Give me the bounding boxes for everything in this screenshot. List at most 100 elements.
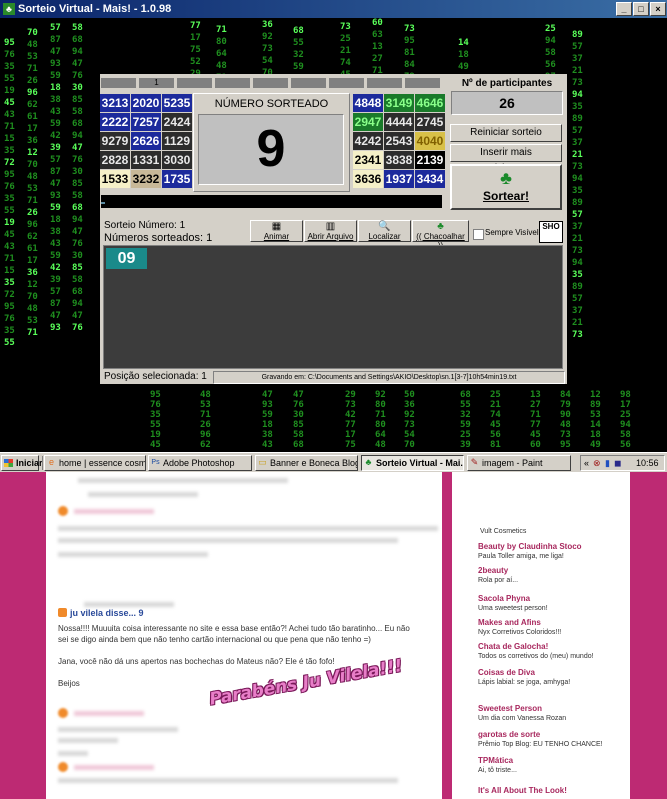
sidebar-blog-title[interactable]: 2beauty — [478, 566, 638, 576]
participant-number-cell[interactable]: 2341 — [353, 151, 383, 169]
draw-button[interactable]: ♣ Sortear! — [450, 164, 562, 210]
participant-number-cell[interactable]: 3838 — [384, 151, 414, 169]
sempre-visivel-checkbox[interactable] — [473, 229, 484, 240]
task-photoshop[interactable]: Ps Adobe Photoshop — [148, 455, 252, 471]
sidebar-post-title[interactable]: Prêmio Top Blog: EU TENHO CHANCE! — [478, 740, 638, 749]
sidebar-blog-link[interactable]: TPMática Ai, tô triste... — [478, 756, 638, 775]
tray-network-icon[interactable]: ⊗ — [593, 456, 601, 470]
participant-number-cell[interactable]: 3213 — [100, 94, 130, 112]
participant-number-cell[interactable]: 5235 — [162, 94, 192, 112]
participant-number-cell[interactable]: 2745 — [415, 113, 445, 131]
chacoalhar-button[interactable]: ♣ (( Chacoalhar )) — [412, 220, 469, 250]
participant-number-cell[interactable]: 4242 — [353, 132, 383, 150]
participant-number-cell[interactable]: 2222 — [100, 113, 130, 131]
participant-number-cell[interactable]: 9279 — [100, 132, 130, 150]
task-folder[interactable]: ▭ Banner e Boneca Blog — [255, 455, 358, 471]
participant-number-cell[interactable]: 1129 — [162, 132, 192, 150]
animar-button[interactable]: ▦ Animar — [250, 220, 303, 242]
matrix-digit: 47 — [72, 227, 83, 237]
sidebar-post-title[interactable]: Uma sweetest person! — [478, 604, 638, 613]
sidebar-blog-title[interactable]: Sweetest Person — [478, 704, 638, 714]
participant-number-cell[interactable]: 3149 — [384, 94, 414, 112]
sidebar-post-title[interactable]: Rola por aí... — [478, 576, 638, 585]
matrix-digit: 43 — [4, 242, 15, 252]
close-button[interactable]: × — [650, 2, 666, 16]
sidebar-post-title[interactable]: Ai, tô triste... — [478, 766, 638, 775]
abrir-arquivo-label: Abrir Arquivo — [307, 232, 354, 241]
localizar-button[interactable]: 🔍 Localizar — [358, 220, 411, 242]
matrix-digit: 36 — [27, 268, 38, 278]
tray-arrow-icon[interactable]: « — [584, 456, 589, 470]
tray-shield-icon[interactable]: ▮ — [605, 456, 610, 470]
participant-number-cell[interactable]: 4040 — [415, 132, 445, 150]
minimize-button[interactable]: _ — [616, 2, 632, 16]
sidebar-blog-link[interactable]: 2beauty Rola por aí... — [478, 566, 638, 585]
sidebar-post-title[interactable]: Um dia com Vanessa Rozan — [478, 714, 638, 723]
sidebar-blog-title[interactable]: Coisas de Diva — [478, 668, 638, 678]
sidebar-blog-link[interactable]: Chata de Galocha! Todos os corretivos do … — [478, 642, 638, 661]
sidebar-post-title[interactable]: Nyx Corretivos Coloridos!!! — [478, 628, 638, 637]
sidebar-blog-link[interactable]: garotas de sorte Prêmio Top Blog: EU TENH… — [478, 730, 638, 749]
participant-number-cell[interactable]: 2424 — [162, 113, 192, 131]
slider-thumb[interactable] — [101, 202, 105, 204]
matrix-digit: 73 — [404, 420, 415, 430]
participant-number-cell[interactable]: 3030 — [162, 151, 192, 169]
participant-number-cell[interactable]: 3232 — [131, 170, 161, 188]
sidebar-blog-link[interactable]: Beauty by Claudinha Stoco Paula Toller am… — [478, 542, 638, 561]
sidebar-blog-title[interactable]: Sacola Phyna — [478, 594, 638, 604]
sidebar-top-item[interactable]: Vult Cosmetics — [480, 526, 526, 537]
sidebar-blog-link[interactable]: It's All About The Look! — [478, 786, 638, 796]
abrir-arquivo-button[interactable]: ▥ Abrir Arquivo — [304, 220, 357, 242]
matrix-digit: 59 — [50, 251, 61, 261]
speed-slider[interactable] — [101, 195, 442, 208]
matrix-digit: 73 — [572, 162, 583, 172]
participant-number-cell[interactable]: 2947 — [353, 113, 383, 131]
matrix-digit: 26 — [200, 420, 211, 430]
add-participants-button[interactable]: Inserir mais participantes — [450, 144, 562, 174]
matrix-digit: 35 — [572, 102, 583, 112]
task-firefox[interactable]: e home | essence cosmetic... — [44, 455, 146, 471]
participant-number-cell[interactable]: 2543 — [384, 132, 414, 150]
sidebar-blog-title[interactable]: garotas de sorte — [478, 730, 638, 740]
participant-number-cell[interactable]: 7257 — [131, 113, 161, 131]
sidebar-blog-title[interactable]: TPMática — [478, 756, 638, 766]
participant-number-cell[interactable]: 1937 — [384, 170, 414, 188]
sidebar-blog-title[interactable]: Chata de Galocha! — [478, 642, 638, 652]
participant-number-cell[interactable]: 2020 — [131, 94, 161, 112]
tray-monitor-icon[interactable]: ◼ — [614, 456, 621, 470]
participant-number-cell[interactable]: 3636 — [353, 170, 383, 188]
matrix-digit: 76 — [72, 155, 83, 165]
sidebar-blog-title[interactable]: Makes and Afins — [478, 618, 638, 628]
restart-draw-button[interactable]: Reiniciar sorteio — [450, 124, 562, 142]
sidebar-blog-link[interactable]: Makes and Afins Nyx Corretivos Coloridos!… — [478, 618, 638, 637]
task-paint[interactable]: ✎ imagem - Paint — [467, 455, 571, 471]
matrix-digit: 47 — [50, 311, 61, 321]
matrix-digit: 25 — [460, 430, 471, 440]
participant-number-cell[interactable]: 1533 — [100, 170, 130, 188]
sidebar-blog-title[interactable]: Beauty by Claudinha Stoco — [478, 542, 638, 552]
sidebar-blog-link[interactable]: Sacola Phyna Uma sweetest person! — [478, 594, 638, 613]
participant-number-cell[interactable]: 4848 — [353, 94, 383, 112]
participant-number-cell[interactable]: 4646 — [415, 94, 445, 112]
maximize-button[interactable]: □ — [633, 2, 649, 16]
sidebar-blog-title[interactable]: It's All About The Look! — [478, 786, 638, 796]
sidebar-post-title[interactable]: Todos os corretivos do (meu) mundo! — [478, 652, 638, 661]
participant-number-cell[interactable]: 3434 — [415, 170, 445, 188]
participant-number-cell[interactable]: 1331 — [131, 151, 161, 169]
sidebar-blog-link[interactable]: Sweetest Person Um dia com Vanessa Rozan — [478, 704, 638, 723]
participant-number-cell[interactable]: 2139 — [415, 151, 445, 169]
participant-number-cell[interactable]: 2828 — [100, 151, 130, 169]
start-button[interactable]: Iniciar — [1, 455, 43, 471]
drawn-number-chip[interactable]: 09 — [106, 248, 147, 269]
task-sorteio[interactable]: ♣ Sorteio Virtual - Mai... — [361, 455, 464, 471]
window-titlebar[interactable]: ♣ Sorteio Virtual - Mais! - 1.0.98 _ □ × — [0, 0, 667, 18]
participant-number-cell[interactable]: 1735 — [162, 170, 192, 188]
sidebar-post-title[interactable]: Lápis labial: se joga, amhyga! — [478, 678, 638, 687]
matrix-digit: 94 — [72, 215, 83, 225]
matrix-digit: 71 — [216, 25, 227, 35]
matrix-digit: 26 — [27, 208, 38, 218]
participant-number-cell[interactable]: 4444 — [384, 113, 414, 131]
sidebar-post-title[interactable]: Paula Toller amiga, me liga! — [478, 552, 638, 561]
sidebar-blog-link[interactable]: Coisas de Diva Lápis labial: se joga, amh… — [478, 668, 638, 687]
participant-number-cell[interactable]: 2626 — [131, 132, 161, 150]
